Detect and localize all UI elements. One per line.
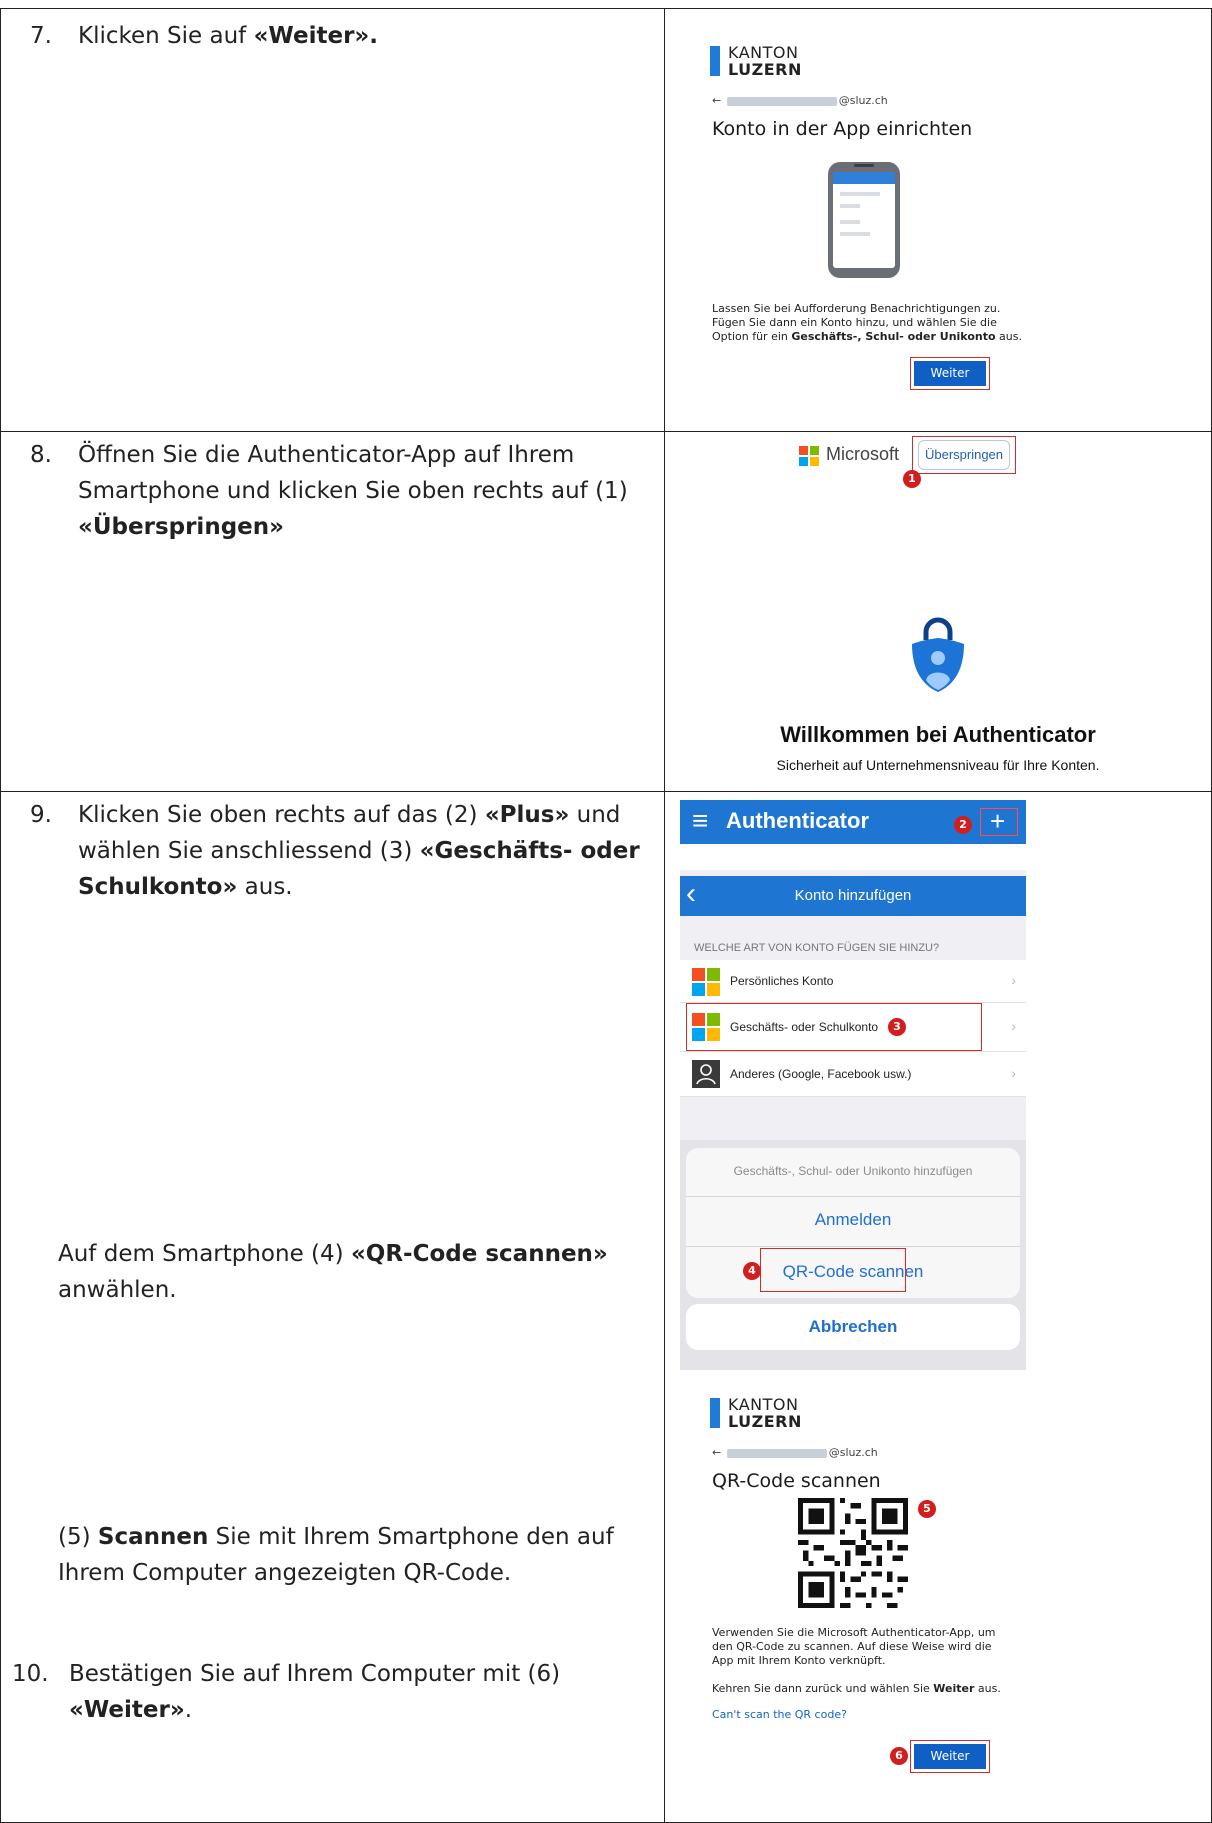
- step-text: Bestätigen Sie auf Ihrem Computer mit (6…: [69, 1661, 561, 1723]
- app-header-spacer: [680, 844, 1026, 870]
- welcome-title: Willkommen bei Authenticator: [780, 722, 1096, 747]
- microsoft-logo-icon: [799, 446, 819, 466]
- step-badge: 6: [890, 1747, 908, 1765]
- step-number: 8.: [30, 442, 52, 468]
- step-number: 9.: [30, 802, 52, 828]
- back-arrow-icon[interactable]: ←: [712, 1446, 721, 1459]
- step-9: 9. Klicken Sie oben rechts auf das (2) «…: [30, 797, 650, 917]
- weiter-button[interactable]: Weiter: [914, 361, 986, 386]
- panel-title: Konto in der App einrichten: [712, 118, 973, 140]
- action-sheet: Geschäfts-, Schul- oder Unikonto hinzufü…: [686, 1148, 1020, 1298]
- sign-in-option[interactable]: Anmelden: [686, 1210, 1020, 1230]
- highlight-box: [686, 1003, 982, 1051]
- cancel-button[interactable]: Abbrechen: [686, 1317, 1020, 1337]
- redacted-username: [726, 96, 837, 106]
- sheet-divider: [686, 1196, 1020, 1197]
- step-10: 10. Bestätigen Sie auf Ihrem Computer mi…: [12, 1656, 652, 1736]
- chevron-right-icon: ›: [1011, 1065, 1016, 1081]
- section-header: WELCHE ART VON KONTO FÜGEN SIE HINZU?: [694, 942, 940, 954]
- nav-bar: ‹ Konto hinzufügen: [680, 876, 1026, 916]
- sheet-divider: [686, 1246, 1020, 1247]
- kanton-luzern-logo-mark: [710, 46, 720, 76]
- sub-instruction-scan: (5) Scannen Sie mit Ihrem Smartphone den…: [58, 1524, 614, 1586]
- step-text: Klicken Sie auf «Weiter».: [78, 23, 379, 49]
- sheet-title: Geschäfts-, Schul- oder Unikonto hinzufü…: [733, 1164, 973, 1178]
- authenticator-welcome-screenshot: Microsoft Überspringen 1 Willkommen bei …: [666, 432, 1210, 788]
- row-divider: [0, 791, 1212, 792]
- column-divider: [664, 8, 665, 1823]
- microsoft-wordmark: Microsoft: [826, 444, 900, 464]
- cancel-sheet: Abbrechen: [686, 1304, 1020, 1350]
- chevron-right-icon: ›: [1011, 1018, 1016, 1034]
- account-email[interactable]: ← @sluz.ch: [712, 94, 888, 107]
- kanton-luzern-logo: KANTON LUZERN: [728, 43, 802, 79]
- account-email[interactable]: ← @sluz.ch: [712, 1446, 878, 1459]
- list-item-label: Persönliches Konto: [730, 974, 834, 988]
- qr-code-image: [798, 1498, 908, 1608]
- chevron-right-icon: ›: [1011, 972, 1016, 988]
- list-item-other[interactable]: Anderes (Google, Facebook usw.) ›: [680, 1052, 1026, 1097]
- authenticator-app-screenshot: ≡ Authenticator + 2 ‹ Konto hinzufügen W…: [680, 800, 1026, 1370]
- back-arrow-icon[interactable]: ←: [712, 94, 721, 107]
- step-badge: 5: [918, 1500, 936, 1518]
- hamburger-menu-icon[interactable]: ≡: [692, 804, 708, 838]
- step-text: Öffnen Sie die Authenticator-App auf Ihr…: [78, 442, 628, 540]
- step-number: 7.: [30, 23, 52, 49]
- app-title: Authenticator: [726, 808, 869, 833]
- table-border-left: [0, 8, 1, 1823]
- step-badge: 2: [954, 816, 972, 834]
- plus-icon[interactable]: +: [990, 804, 1005, 838]
- microsoft-logo-icon: [692, 968, 720, 996]
- person-icon: [692, 1060, 720, 1088]
- skip-button[interactable]: Überspringen: [918, 440, 1010, 470]
- kanton-luzern-logo-mark: [710, 1398, 720, 1428]
- weiter-button[interactable]: Weiter: [914, 1744, 986, 1769]
- app-header: ≡ Authenticator + 2: [680, 800, 1026, 844]
- table-border-top: [0, 8, 1212, 9]
- list-item-personal[interactable]: Persönliches Konto ›: [680, 960, 1026, 1003]
- sub-instruction-qr-scan: Auf dem Smartphone (4) «QR-Code scannen»…: [58, 1241, 608, 1303]
- step-text: Klicken Sie oben rechts auf das (2) «Plu…: [78, 802, 640, 900]
- panel-title: QR-Code scannen: [712, 1470, 881, 1492]
- instruction-text: Verwenden Sie die Microsoft Authenticato…: [712, 1626, 996, 1667]
- nav-title: Konto hinzufügen: [794, 887, 912, 904]
- authenticator-app-icon: [912, 617, 964, 692]
- step-badge: 1: [903, 470, 921, 488]
- kanton-luzern-logo: KANTON LUZERN: [728, 1395, 802, 1431]
- cant-scan-link[interactable]: Can't scan the QR code?: [712, 1708, 847, 1722]
- step-number: 10.: [12, 1661, 49, 1687]
- konto-einrichten-screenshot: KANTON LUZERN ← @sluz.ch Konto in der Ap…: [700, 30, 1030, 410]
- step-badge: 4: [743, 1262, 761, 1280]
- step-8: 8. Öffnen Sie die Authenticator-App auf …: [30, 437, 650, 557]
- welcome-subtitle: Sicherheit auf Unternehmensniveau für Ih…: [776, 757, 1100, 773]
- list-item-label: Anderes (Google, Facebook usw.): [730, 1067, 912, 1081]
- highlight-box: [760, 1248, 906, 1292]
- step-7: 7. Klicken Sie auf «Weiter».: [30, 18, 640, 58]
- qr-scan-screenshot: KANTON LUZERN ← @sluz.ch QR-Code scannen…: [700, 1388, 1030, 1808]
- redacted-username: [726, 1448, 827, 1458]
- phone-illustration-icon: [828, 162, 900, 278]
- return-instruction: Kehren Sie dann zurück und wählen Sie We…: [712, 1682, 1001, 1695]
- instruction-text: Lassen Sie bei Aufforderung Benachrichti…: [712, 302, 1022, 343]
